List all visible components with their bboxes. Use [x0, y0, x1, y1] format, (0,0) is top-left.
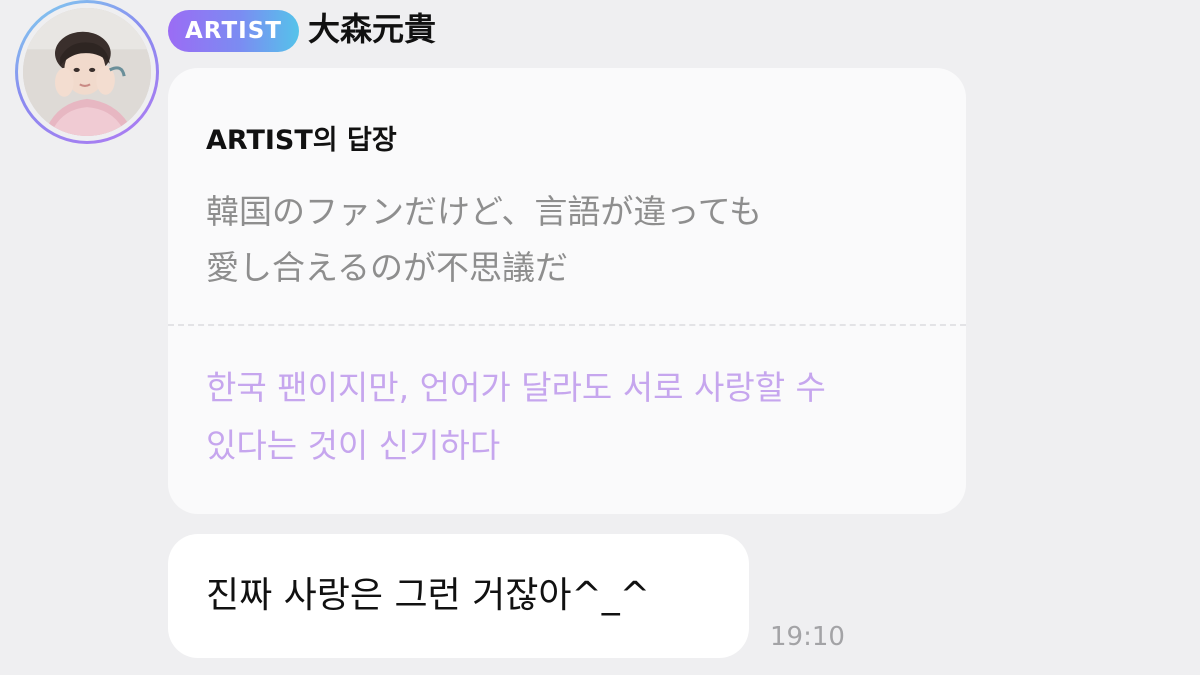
artist-badge: ARTIST — [168, 10, 299, 52]
artist-name: 大森元貴 — [308, 10, 437, 48]
reply-header: ARTIST의 답장 — [206, 125, 397, 156]
reply-card[interactable]: ARTIST의 답장 韓国のファンだけど、言語が違っても 愛し合えるのが不思議だ… — [168, 68, 966, 514]
message-text: 진짜 사랑은 그런 거잖아^_^ — [206, 575, 650, 616]
avatar-ring[interactable] — [15, 0, 159, 144]
message-timestamp: 19:10 — [770, 622, 845, 652]
avatar-image — [23, 8, 151, 136]
reply-translation-text: 한국 팬이지만, 언어가 달라도 서로 사랑할 수 있다는 것이 신기하다 — [206, 368, 826, 465]
reply-divider — [168, 324, 966, 326]
reply-original-text: 韓国のファンだけど、言語が違っても 愛し合えるのが不思議だ — [206, 192, 763, 287]
avatar-frame — [18, 3, 156, 141]
avatar[interactable] — [23, 8, 151, 136]
message-bubble[interactable]: 진짜 사랑은 그런 거잖아^_^ — [168, 534, 749, 658]
